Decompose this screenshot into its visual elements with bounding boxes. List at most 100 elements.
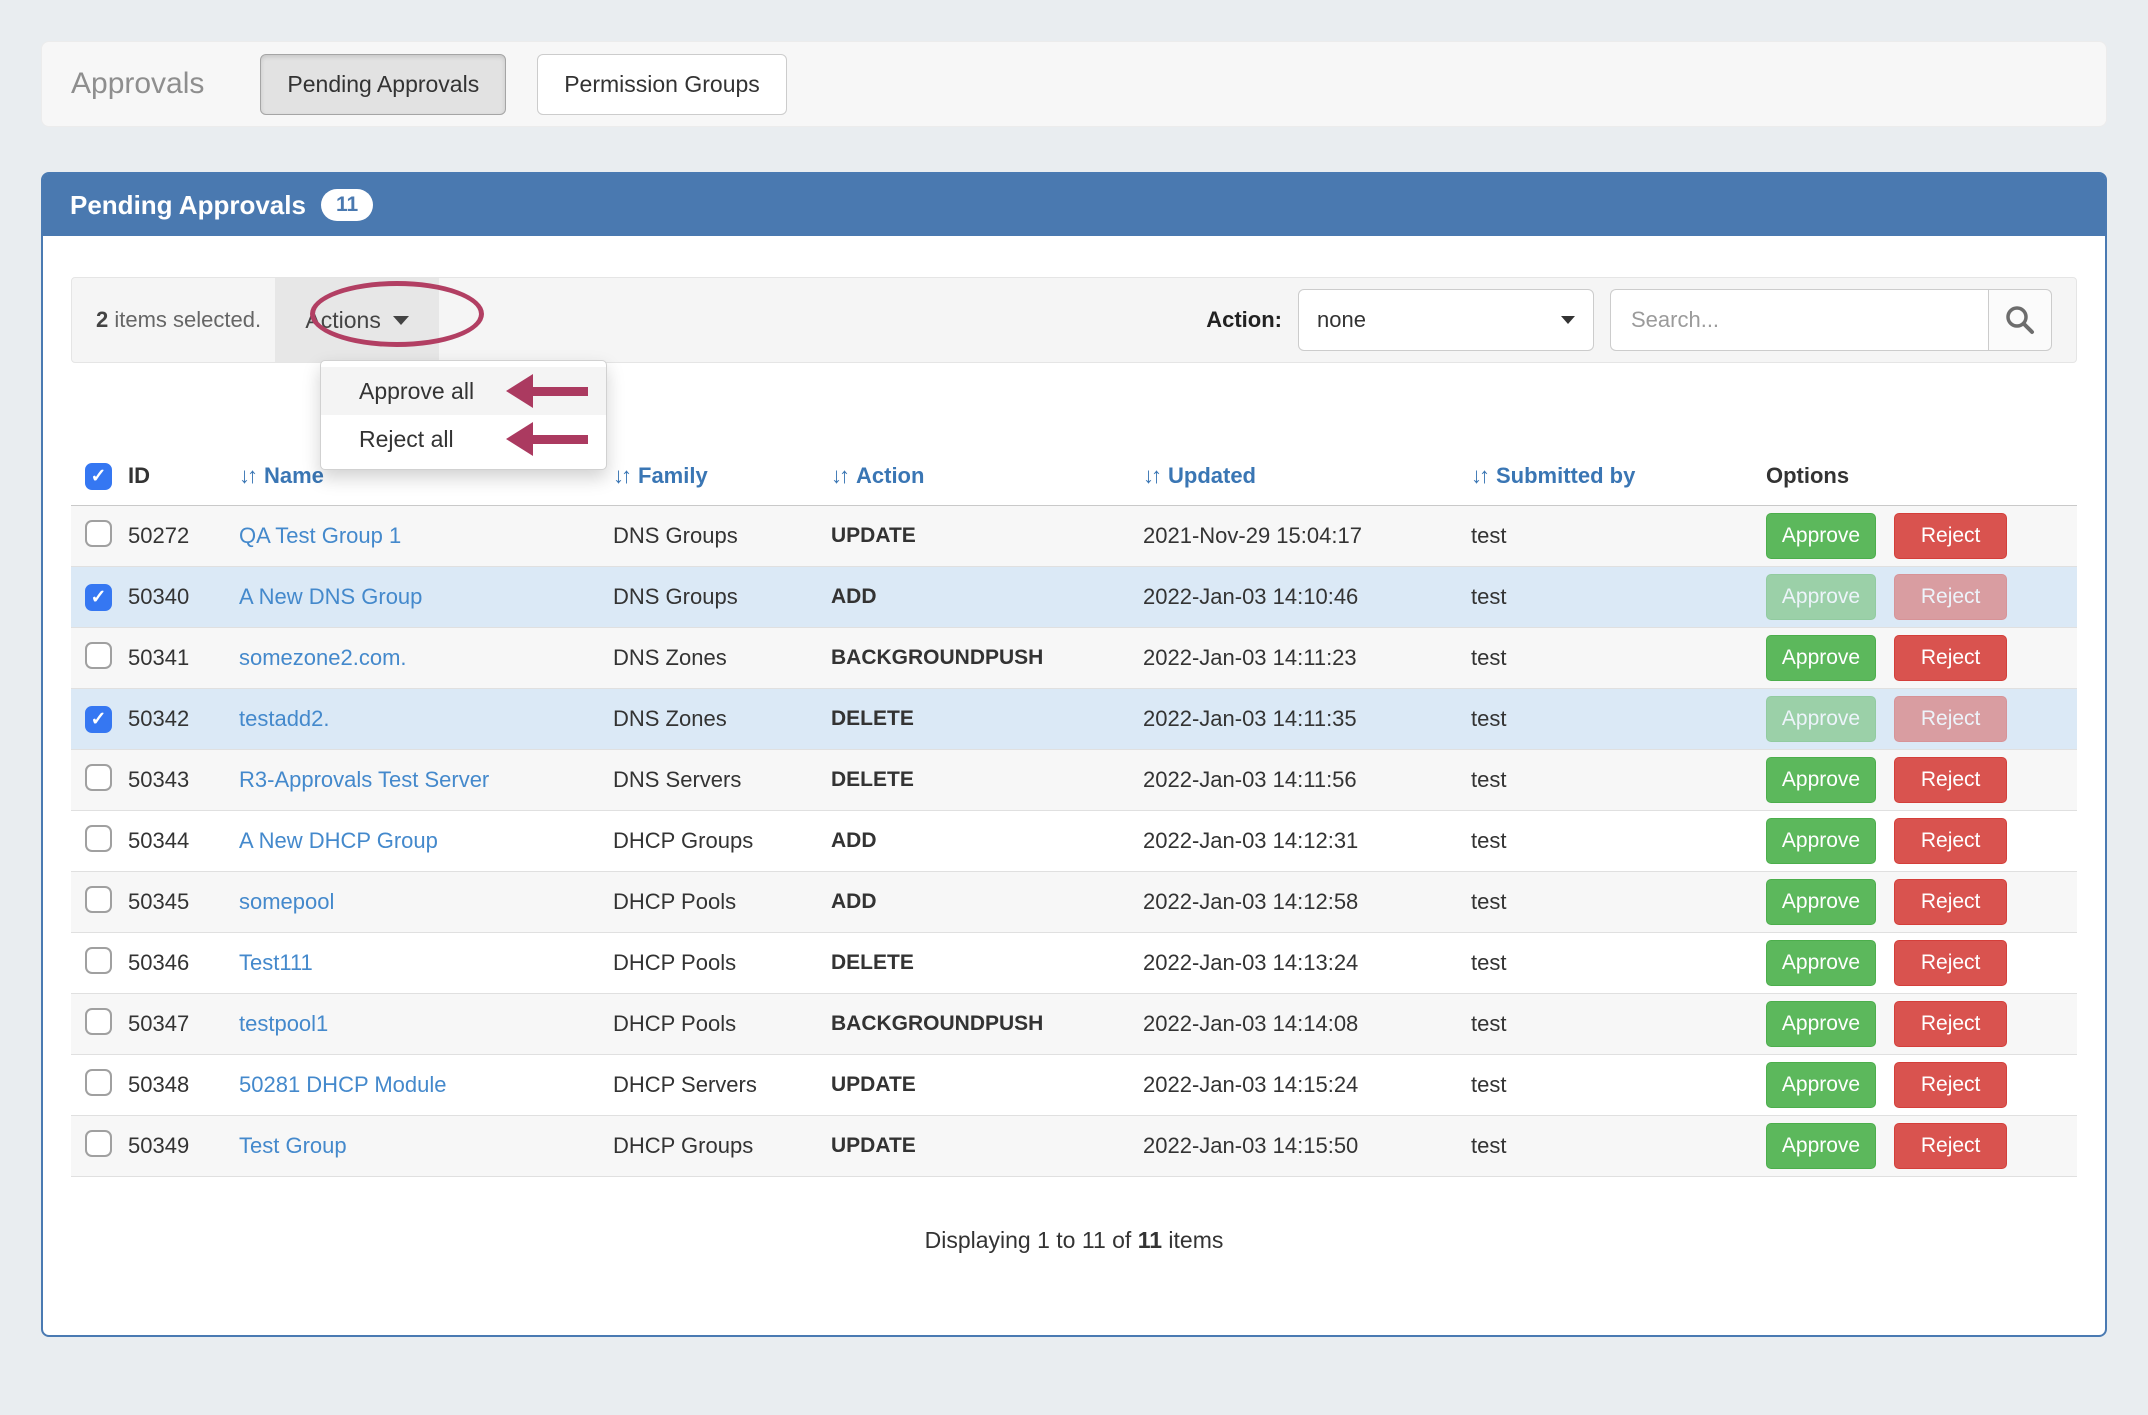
cell-family: DHCP Servers [613,1072,831,1098]
row-checkbox[interactable] [85,1130,112,1157]
menu-item-approve-all[interactable]: Approve all [321,367,606,415]
row-checkbox[interactable] [85,706,112,733]
panel-header: Pending Approvals 11 [43,174,2105,236]
menu-item-label: Approve all [359,378,474,405]
cell-action: BACKGROUNDPUSH [831,646,1143,670]
search-icon [2004,304,2036,336]
tab-pending-approvals[interactable]: Pending Approvals [260,54,506,115]
sort-icon: ↓↑ [1471,463,1487,489]
cell-family: DHCP Groups [613,828,831,854]
cell-updated: 2022-Jan-03 14:15:50 [1143,1133,1471,1159]
reject-button[interactable]: Reject [1894,696,2007,742]
cell-action: ADD [831,829,1143,853]
approve-button[interactable]: Approve [1766,940,1876,986]
table-toolbar: 2 items selected. Actions Action: none [71,277,2077,363]
cell-name-link[interactable]: Test Group [239,1133,347,1158]
cell-submitted-by: test [1471,645,1766,671]
row-checkbox[interactable] [85,520,112,547]
approve-button[interactable]: Approve [1766,513,1876,559]
cell-name-link[interactable]: testpool1 [239,1011,328,1036]
cell-id: 50347 [128,1011,239,1037]
cell-name-link[interactable]: QA Test Group 1 [239,523,401,548]
cell-name-link[interactable]: A New DNS Group [239,584,422,609]
cell-name-link[interactable]: A New DHCP Group [239,828,438,853]
reject-button[interactable]: Reject [1894,757,2007,803]
column-header-action[interactable]: ↓↑ Action [831,463,1143,489]
column-header-id: ID [128,463,239,489]
cell-submitted-by: test [1471,1011,1766,1037]
column-header-submitted-by[interactable]: ↓↑ Submitted by [1471,463,1766,489]
cell-submitted-by: test [1471,1133,1766,1159]
actions-button-label: Actions [305,307,380,334]
cell-name-link[interactable]: Test111 [239,950,313,975]
row-checkbox[interactable] [85,1008,112,1035]
cell-submitted-by: test [1471,584,1766,610]
approve-button[interactable]: Approve [1766,1123,1876,1169]
reject-button[interactable]: Reject [1894,818,2007,864]
action-select[interactable]: none [1298,289,1594,351]
table-row: 50340 A New DNS Group DNS Groups ADD 202… [71,567,2077,628]
caret-down-icon [1561,316,1575,324]
row-checkbox[interactable] [85,825,112,852]
column-header-updated[interactable]: ↓↑ Updated [1143,463,1471,489]
approve-button[interactable]: Approve [1766,635,1876,681]
approve-button[interactable]: Approve [1766,574,1876,620]
search-button[interactable] [1988,289,2052,351]
cell-id: 50344 [128,828,239,854]
column-header-family[interactable]: ↓↑ Family [613,463,831,489]
panel-title: Pending Approvals [70,190,306,221]
menu-item-reject-all[interactable]: Reject all [321,415,606,463]
cell-name-link[interactable]: somepool [239,889,334,914]
cell-name-link[interactable]: R3-Approvals Test Server [239,767,489,792]
approve-button[interactable]: Approve [1766,1001,1876,1047]
pagination-suffix: items [1168,1227,1223,1253]
reject-button[interactable]: Reject [1894,1001,2007,1047]
row-checkbox[interactable] [85,1069,112,1096]
row-checkbox[interactable] [85,584,112,611]
select-all-checkbox[interactable] [85,463,112,490]
cell-submitted-by: test [1471,767,1766,793]
table-row: 50272 QA Test Group 1 DNS Groups UPDATE … [71,506,2077,567]
table-row: 50343 R3-Approvals Test Server DNS Serve… [71,750,2077,811]
cell-updated: 2022-Jan-03 14:14:08 [1143,1011,1471,1037]
reject-button[interactable]: Reject [1894,513,2007,559]
sort-icon: ↓↑ [239,463,255,489]
cell-action: UPDATE [831,1134,1143,1158]
table-row: 50345 somepool DHCP Pools ADD 2022-Jan-0… [71,872,2077,933]
reject-button[interactable]: Reject [1894,879,2007,925]
cell-family: DNS Groups [613,584,831,610]
pending-approvals-panel: Pending Approvals 11 2 items selected. A… [41,172,2107,1337]
approve-button[interactable]: Approve [1766,879,1876,925]
cell-action: BACKGROUNDPUSH [831,1012,1143,1036]
action-select-label: Action: [1206,307,1282,333]
reject-button[interactable]: Reject [1894,635,2007,681]
cell-updated: 2022-Jan-03 14:10:46 [1143,584,1471,610]
reject-button[interactable]: Reject [1894,574,2007,620]
approve-button[interactable]: Approve [1766,757,1876,803]
row-checkbox[interactable] [85,886,112,913]
row-checkbox[interactable] [85,642,112,669]
column-header-label: Submitted by [1496,463,1635,489]
approve-button[interactable]: Approve [1766,1062,1876,1108]
approve-button[interactable]: Approve [1766,818,1876,864]
approve-button[interactable]: Approve [1766,696,1876,742]
search-input[interactable] [1610,289,1988,351]
cell-id: 50348 [128,1072,239,1098]
cell-family: DNS Groups [613,523,831,549]
cell-updated: 2021-Nov-29 15:04:17 [1143,523,1471,549]
cell-submitted-by: test [1471,706,1766,732]
reject-button[interactable]: Reject [1894,1123,2007,1169]
cell-name-link[interactable]: 50281 DHCP Module [239,1072,447,1097]
annotation-arrow-icon [506,422,588,456]
reject-button[interactable]: Reject [1894,1062,2007,1108]
row-checkbox[interactable] [85,764,112,791]
actions-dropdown-button[interactable]: Actions [275,278,439,362]
cell-name-link[interactable]: somezone2.com. [239,645,407,670]
cell-name-link[interactable]: testadd2. [239,706,330,731]
row-checkbox[interactable] [85,947,112,974]
reject-button[interactable]: Reject [1894,940,2007,986]
tab-permission-groups[interactable]: Permission Groups [537,54,787,115]
cell-family: DHCP Groups [613,1133,831,1159]
cell-id: 50349 [128,1133,239,1159]
cell-updated: 2022-Jan-03 14:12:58 [1143,889,1471,915]
